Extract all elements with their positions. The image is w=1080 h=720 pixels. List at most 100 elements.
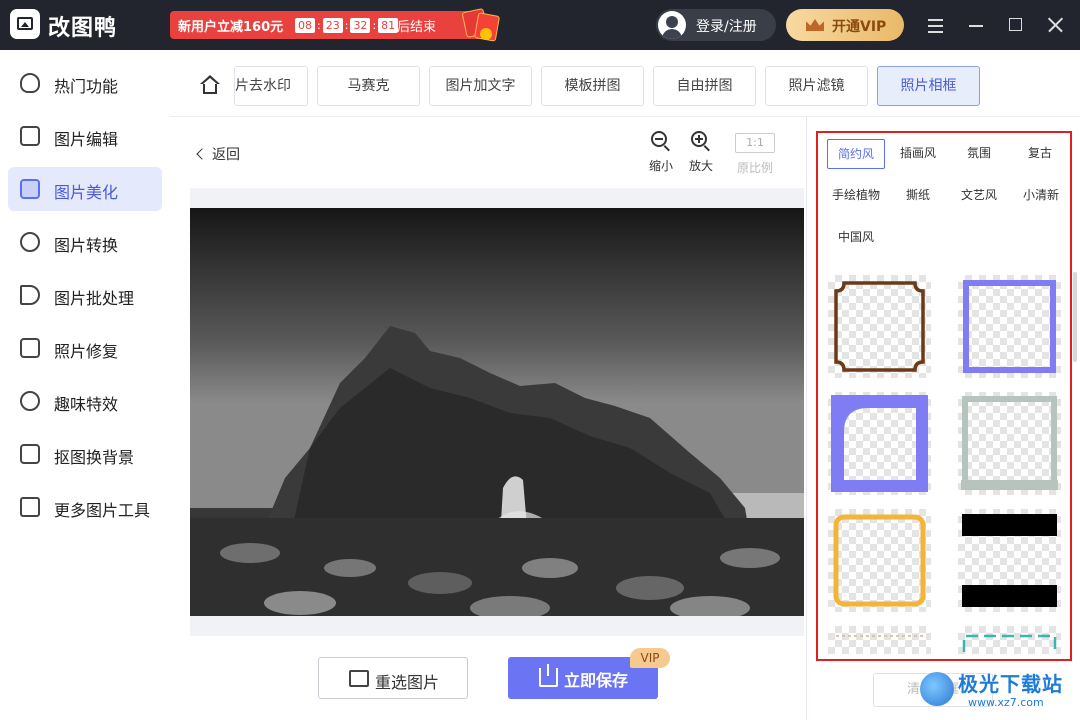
zoom-in-button[interactable]: 放大 — [683, 131, 719, 174]
sidebar-item-label: 图片批处理 — [54, 289, 135, 308]
zoom-out-button[interactable]: 缩小 — [643, 131, 679, 174]
category-fresh[interactable]: 小清新 — [1012, 181, 1070, 211]
frame-thumbnail[interactable] — [958, 509, 1061, 612]
fire-icon — [20, 73, 40, 93]
category-atmosphere[interactable]: 氛围 — [950, 139, 1008, 169]
sidebar-item-label: 图片美化 — [54, 183, 119, 202]
reselect-image-label: 重选图片 — [375, 673, 440, 692]
sidebar-item-hot[interactable]: 热门功能 — [8, 61, 162, 105]
reselect-image-button[interactable]: 重选图片 — [318, 657, 468, 699]
sidebar-item-label: 更多图片工具 — [54, 501, 151, 520]
sidebar: 热门功能 图片编辑 图片美化 图片转换 图片批处理 照片修复 趣味特效 抠图换背… — [0, 50, 170, 720]
batch-icon — [20, 285, 40, 305]
timer-minutes: 23 — [322, 17, 343, 33]
image-beautify-icon — [20, 179, 40, 199]
open-vip-button[interactable]: 开通VIP — [786, 9, 904, 41]
menu-icon[interactable] — [925, 14, 947, 36]
close-icon[interactable] — [1045, 14, 1067, 36]
frame-thumbnail[interactable] — [828, 626, 931, 654]
category-chinese-style[interactable]: 中国风 — [827, 223, 885, 253]
frame-preview-brown-notched — [834, 281, 925, 372]
app-title: 改图鸭 — [48, 16, 118, 41]
sidebar-item-repair[interactable]: 照片修复 — [8, 326, 162, 370]
minimize-icon[interactable] — [966, 14, 988, 36]
save-now-label: 立即保存 — [564, 671, 629, 690]
original-ratio-button[interactable]: 1:1 原比例 — [735, 133, 775, 176]
category-torn-paper[interactable]: 撕纸 — [888, 181, 948, 211]
frame-preview-purple-thin — [963, 280, 1056, 373]
frame-panel: 简约风 插画风 氛围 复古 手绘植物 撕纸 文艺风 小清新 中国风 — [806, 117, 1080, 720]
zoom-in-icon — [691, 131, 711, 152]
image-edit-icon — [20, 126, 40, 146]
tab-photo-filter[interactable]: 照片滤镜 — [765, 66, 868, 106]
promo-text: 新用户立减160元 — [178, 20, 284, 35]
zoom-in-label: 放大 — [688, 159, 713, 173]
rock-arch-photo — [190, 208, 804, 616]
promo-timer: 08: 23: 32: 81 — [295, 16, 399, 34]
sidebar-item-label: 图片转换 — [54, 236, 119, 255]
ratio-label: 原比例 — [736, 161, 773, 175]
tab-template-collage[interactable]: 模板拼图 — [541, 66, 644, 106]
download-icon — [539, 664, 558, 687]
sidebar-item-batch[interactable]: 图片批处理 — [8, 273, 162, 317]
image-icon — [349, 670, 369, 687]
sidebar-item-label: 趣味特效 — [54, 395, 119, 414]
frame-thumbnail[interactable] — [828, 509, 931, 612]
sidebar-item-effects[interactable]: 趣味特效 — [8, 379, 162, 423]
frame-thumbnail[interactable] — [958, 626, 1061, 654]
feature-tabs-bar: 片去水印 马赛克 图片加文字 模板拼图 自由拼图 照片滤镜 照片相框 — [170, 50, 1080, 117]
sidebar-item-label: 抠图换背景 — [54, 448, 135, 467]
frame-thumbnail[interactable] — [828, 275, 931, 378]
sidebar-item-image-edit[interactable]: 图片编辑 — [8, 114, 162, 158]
crown-icon — [806, 19, 824, 31]
category-simple[interactable]: 简约风 — [827, 139, 885, 169]
category-retro[interactable]: 复古 — [1012, 139, 1068, 169]
category-hand-drawn-plants[interactable]: 手绘植物 — [824, 181, 888, 211]
login-button[interactable]: 登录/注册 — [656, 9, 776, 41]
tab-mosaic[interactable]: 马赛克 — [317, 66, 420, 106]
app-logo-icon — [10, 9, 40, 39]
frame-preview-grey-green — [961, 396, 1058, 490]
red-envelope-icon[interactable] — [460, 6, 501, 42]
category-illustration[interactable]: 插画风 — [888, 139, 948, 169]
promo-banner[interactable]: 新用户立减160元 08: 23: 32: 81 后结束 — [170, 11, 485, 39]
avatar — [658, 11, 686, 39]
frame-preview-teal-dashed — [962, 634, 1057, 652]
sidebar-item-label: 图片编辑 — [54, 130, 119, 149]
convert-icon — [20, 232, 40, 252]
promo-suffix: 后结束 — [397, 20, 437, 35]
tab-free-collage[interactable]: 自由拼图 — [653, 66, 756, 106]
timer-hours: 08 — [295, 17, 315, 33]
category-literary[interactable]: 文艺风 — [950, 181, 1008, 211]
photo-preview[interactable] — [190, 208, 804, 616]
sidebar-item-image-beautify[interactable]: 图片美化 — [8, 167, 162, 211]
tab-add-text[interactable]: 图片加文字 — [429, 66, 532, 106]
ratio-box: 1:1 — [735, 133, 775, 153]
sidebar-item-label: 热门功能 — [54, 77, 119, 96]
panel-scrollbar[interactable] — [1073, 272, 1077, 362]
watermark-url: www.xz7.com — [968, 696, 1044, 709]
watermark-title: 极光下载站 — [958, 672, 1063, 696]
zoom-out-label: 缩小 — [648, 159, 673, 173]
sidebar-item-cutout[interactable]: 抠图换背景 — [8, 432, 162, 476]
site-watermark: 极光下载站 www.xz7.com — [918, 666, 1078, 716]
maximize-icon[interactable] — [1005, 14, 1027, 36]
frame-preview-purple-thick — [831, 395, 928, 492]
editor-area: 返回 缩小 放大 1:1 原比例 重选图片 立即保存 VIP — [170, 117, 806, 720]
repair-icon — [20, 338, 40, 358]
back-button[interactable]: 返回 — [196, 144, 240, 164]
sidebar-item-more-tools[interactable]: 更多图片工具 — [8, 485, 162, 529]
frame-preview-black-bars — [962, 514, 1057, 607]
home-icon[interactable] — [200, 75, 220, 95]
sidebar-item-convert[interactable]: 图片转换 — [8, 220, 162, 264]
tab-remove-watermark[interactable]: 片去水印 — [234, 66, 308, 106]
tab-photo-frame[interactable]: 照片相框 — [877, 66, 980, 106]
frame-thumbnail[interactable] — [958, 392, 1061, 495]
vip-badge: VIP — [630, 648, 670, 668]
frame-thumbnail[interactable] — [958, 275, 1061, 378]
sidebar-item-label: 照片修复 — [54, 342, 119, 361]
frame-preview-orange-rounded — [833, 514, 926, 607]
cutout-icon — [20, 444, 40, 464]
open-vip-label: 开通VIP — [832, 19, 887, 35]
frame-thumbnail[interactable] — [828, 392, 931, 495]
